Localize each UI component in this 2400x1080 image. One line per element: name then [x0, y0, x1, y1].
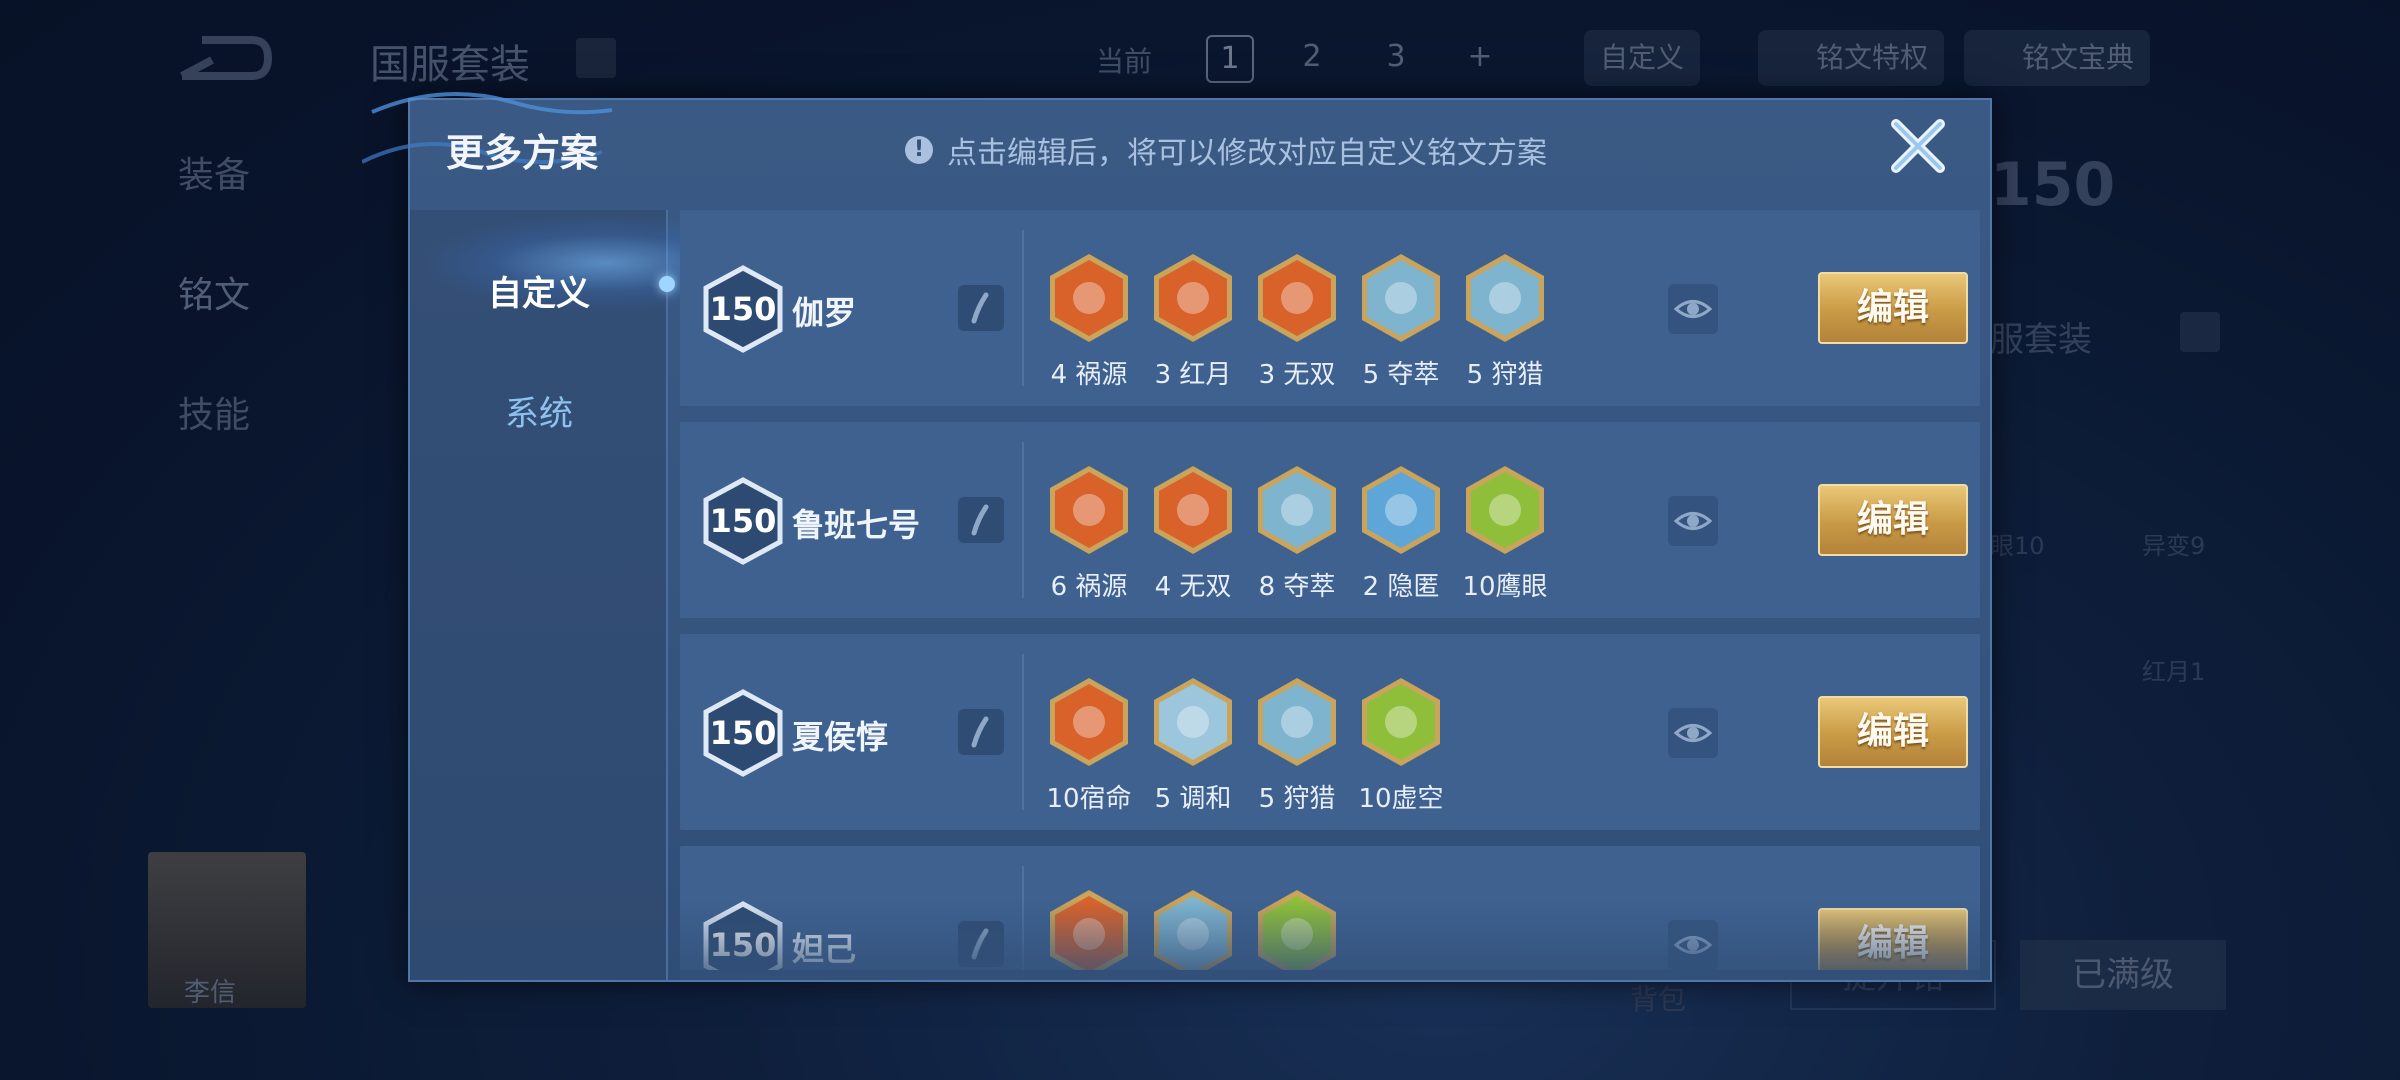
preview-button[interactable]: [1668, 284, 1718, 334]
red-rune-icon: [1050, 678, 1128, 766]
rune-label: 5 调和: [1154, 784, 1232, 814]
edit-button[interactable]: 编辑: [1818, 696, 1968, 768]
more-plans-dialog: 更多方案 ! 点击编辑后，将可以修改对应自定义铭文方案 自定义 系统 150 伽…: [362, 92, 1992, 982]
blue-rune-icon: [1466, 254, 1544, 342]
row-divider: [1022, 230, 1024, 386]
blue-rune-icon: [1362, 466, 1440, 554]
dialog-title: 更多方案: [446, 131, 599, 175]
rune-label: 5 夺萃: [1362, 360, 1440, 390]
hint-text: 点击编辑后，将可以修改对应自定义铭文方案: [947, 136, 1547, 171]
row-divider: [1022, 442, 1024, 598]
pen-icon: [971, 716, 989, 748]
pen-icon: [971, 292, 989, 324]
tab-panel-divider: [666, 210, 668, 980]
blue-rune-icon: [1258, 466, 1336, 554]
rune-label: 8 夺萃: [1258, 572, 1336, 602]
row-divider: [1022, 654, 1024, 810]
edit-button[interactable]: 编辑: [1818, 484, 1968, 556]
rune-label: 10虚空: [1358, 784, 1444, 814]
red-rune-icon: [1154, 254, 1232, 342]
preview-button[interactable]: [1668, 708, 1718, 758]
rune-label: 5 狩猎: [1466, 360, 1544, 390]
red-rune-icon: [1154, 466, 1232, 554]
plan-level: 150: [709, 290, 777, 328]
rune-label: 3 无双: [1258, 360, 1336, 390]
rune-label: 6 祸源: [1050, 572, 1128, 602]
info-icon: !: [905, 136, 933, 164]
red-rune-icon: [1258, 254, 1336, 342]
eye-icon: [1673, 300, 1713, 318]
plan-row: 150 伽罗 4 祸源 3 红月 3 无双 5 夺萃 5 狩猎 编辑: [680, 210, 1980, 406]
close-icon[interactable]: [1886, 114, 1950, 178]
red-rune-icon: [1050, 466, 1128, 554]
tab-system[interactable]: 系统: [410, 386, 668, 435]
tab-panel: [410, 210, 668, 980]
pen-icon: [971, 504, 989, 536]
plan-row: 150 夏侯惇 10宿命 5 调和 5 狩猎 10虚空 编辑: [680, 634, 1980, 830]
rune-label: 3 红月: [1154, 360, 1232, 390]
scroll-fade: [680, 900, 1980, 980]
blue-rune-icon: [1362, 254, 1440, 342]
rename-button[interactable]: [958, 285, 1004, 331]
red-rune-icon: [1050, 254, 1128, 342]
green-rune-icon: [1466, 466, 1544, 554]
tab-custom[interactable]: 自定义: [410, 266, 668, 315]
rune-label: 4 祸源: [1050, 360, 1128, 390]
blue-rune-icon: [1154, 678, 1232, 766]
rename-button[interactable]: [958, 709, 1004, 755]
edit-button[interactable]: 编辑: [1818, 272, 1968, 344]
rune-label: 10宿命: [1046, 784, 1132, 814]
plan-hero-name: 鲁班七号: [792, 506, 921, 544]
rune-label: 4 无双: [1154, 572, 1232, 602]
rename-button[interactable]: [958, 497, 1004, 543]
rune-label: 2 隐匿: [1362, 572, 1440, 602]
rune-label: 5 狩猎: [1258, 784, 1336, 814]
hint: ! 点击编辑后，将可以修改对应自定义铭文方案: [905, 128, 1547, 172]
plan-level: 150: [709, 502, 777, 540]
plan-level: 150: [709, 714, 777, 752]
plan-row: 150 鲁班七号 6 祸源 4 无双 8 夺萃 2 隐匿 10鹰眼 编辑: [680, 422, 1980, 618]
blue-rune-icon: [1258, 678, 1336, 766]
eye-icon: [1673, 512, 1713, 530]
preview-button[interactable]: [1668, 496, 1718, 546]
rune-label: 10鹰眼: [1462, 572, 1548, 602]
plan-hero-name: 伽罗: [792, 294, 857, 332]
plan-hero-name: 夏侯惇: [792, 718, 889, 756]
plan-list: 150 伽罗 4 祸源 3 红月 3 无双 5 夺萃 5 狩猎 编辑 150 鲁班七号: [680, 210, 1980, 970]
green-rune-icon: [1362, 678, 1440, 766]
eye-icon: [1673, 724, 1713, 742]
